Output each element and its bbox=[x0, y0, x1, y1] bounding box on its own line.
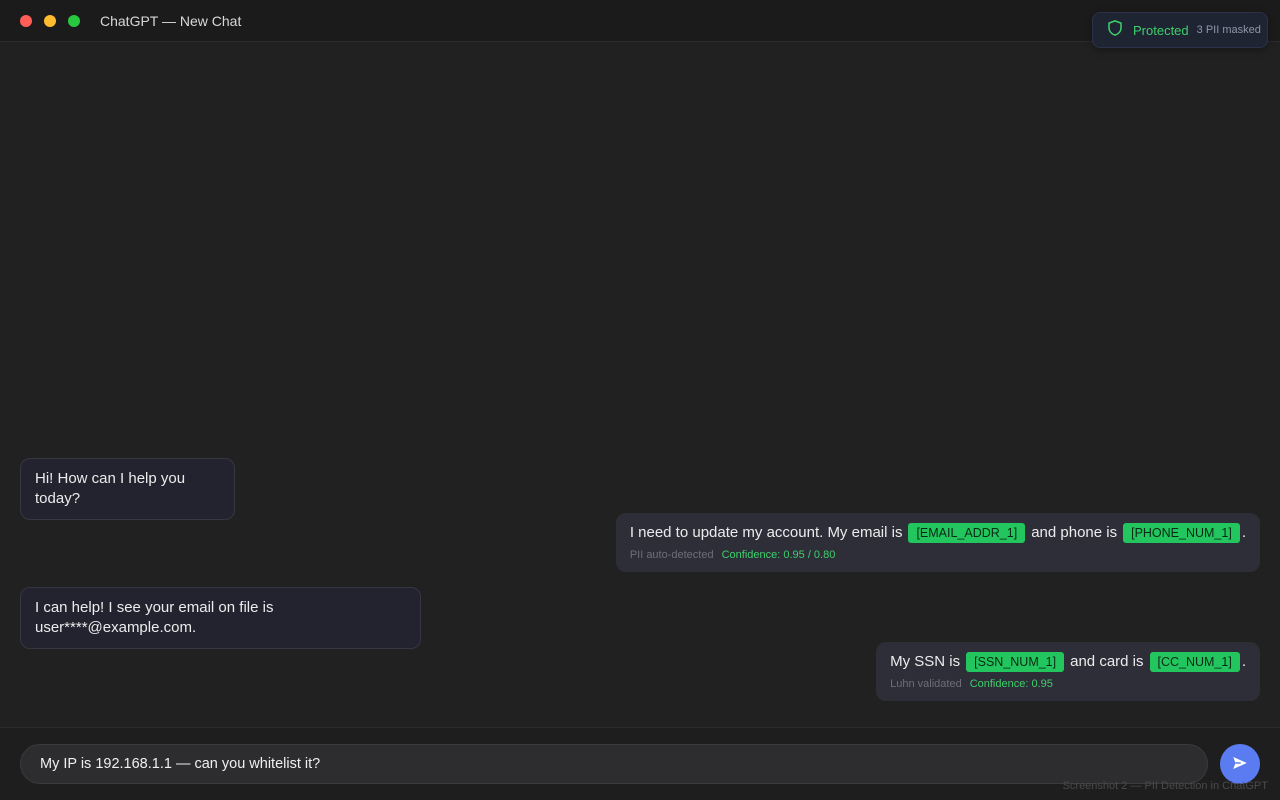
detection-note: Luhn validated bbox=[890, 678, 962, 690]
masked-ssn-token: [SSN_NUM_1] bbox=[966, 652, 1065, 672]
protection-status-label: Protected bbox=[1133, 22, 1189, 38]
message-input[interactable] bbox=[20, 744, 1208, 784]
user-message: My SSN is [SSN_NUM_1] and card is [CC_NU… bbox=[876, 642, 1260, 701]
close-window-button[interactable] bbox=[20, 15, 32, 27]
message-text: and phone is bbox=[1031, 524, 1118, 541]
masked-phone-token: [PHONE_NUM_1] bbox=[1123, 523, 1240, 543]
message-text: I can help! I see your email on file is … bbox=[35, 599, 274, 636]
confidence-score: Confidence: 0.95 bbox=[969, 678, 1053, 690]
screenshot-caption: Screenshot 2 — PII Detection in ChatGPT bbox=[1062, 780, 1268, 792]
minimize-window-button[interactable] bbox=[44, 15, 56, 27]
message-text: and card is bbox=[1070, 653, 1144, 670]
protection-status-badge[interactable]: Protected 3 PII masked bbox=[1092, 12, 1268, 48]
masked-email-token: [EMAIL_ADDR_1] bbox=[908, 523, 1026, 543]
maximize-window-button[interactable] bbox=[68, 15, 80, 27]
confidence-score: Confidence: 0.95 / 0.80 bbox=[721, 549, 836, 561]
masked-card-token: [CC_NUM_1] bbox=[1149, 652, 1240, 672]
detection-note: PII auto-detected bbox=[629, 549, 714, 561]
assistant-message: I can help! I see your email on file is … bbox=[20, 587, 421, 649]
pii-masked-count: 3 PII masked bbox=[1196, 24, 1261, 36]
user-message: I need to update my account. My email is… bbox=[615, 513, 1260, 572]
message-text: . bbox=[1241, 653, 1246, 670]
message-text: My SSN is bbox=[890, 653, 961, 670]
shield-icon bbox=[1106, 19, 1124, 42]
message-text: I need to update my account. My email is bbox=[629, 524, 903, 541]
message-text: Hi! How can I help you today? bbox=[35, 470, 186, 507]
send-button[interactable] bbox=[1220, 744, 1260, 784]
send-icon bbox=[1231, 754, 1249, 775]
message-text: . bbox=[1241, 524, 1246, 541]
title-bar: ChatGPT — New Chat bbox=[0, 0, 1280, 42]
assistant-message: Hi! How can I help you today? bbox=[20, 458, 235, 520]
app-window: ChatGPT — New Chat Protected 3 PII maske… bbox=[0, 0, 1280, 800]
window-title: ChatGPT — New Chat bbox=[100, 13, 242, 29]
